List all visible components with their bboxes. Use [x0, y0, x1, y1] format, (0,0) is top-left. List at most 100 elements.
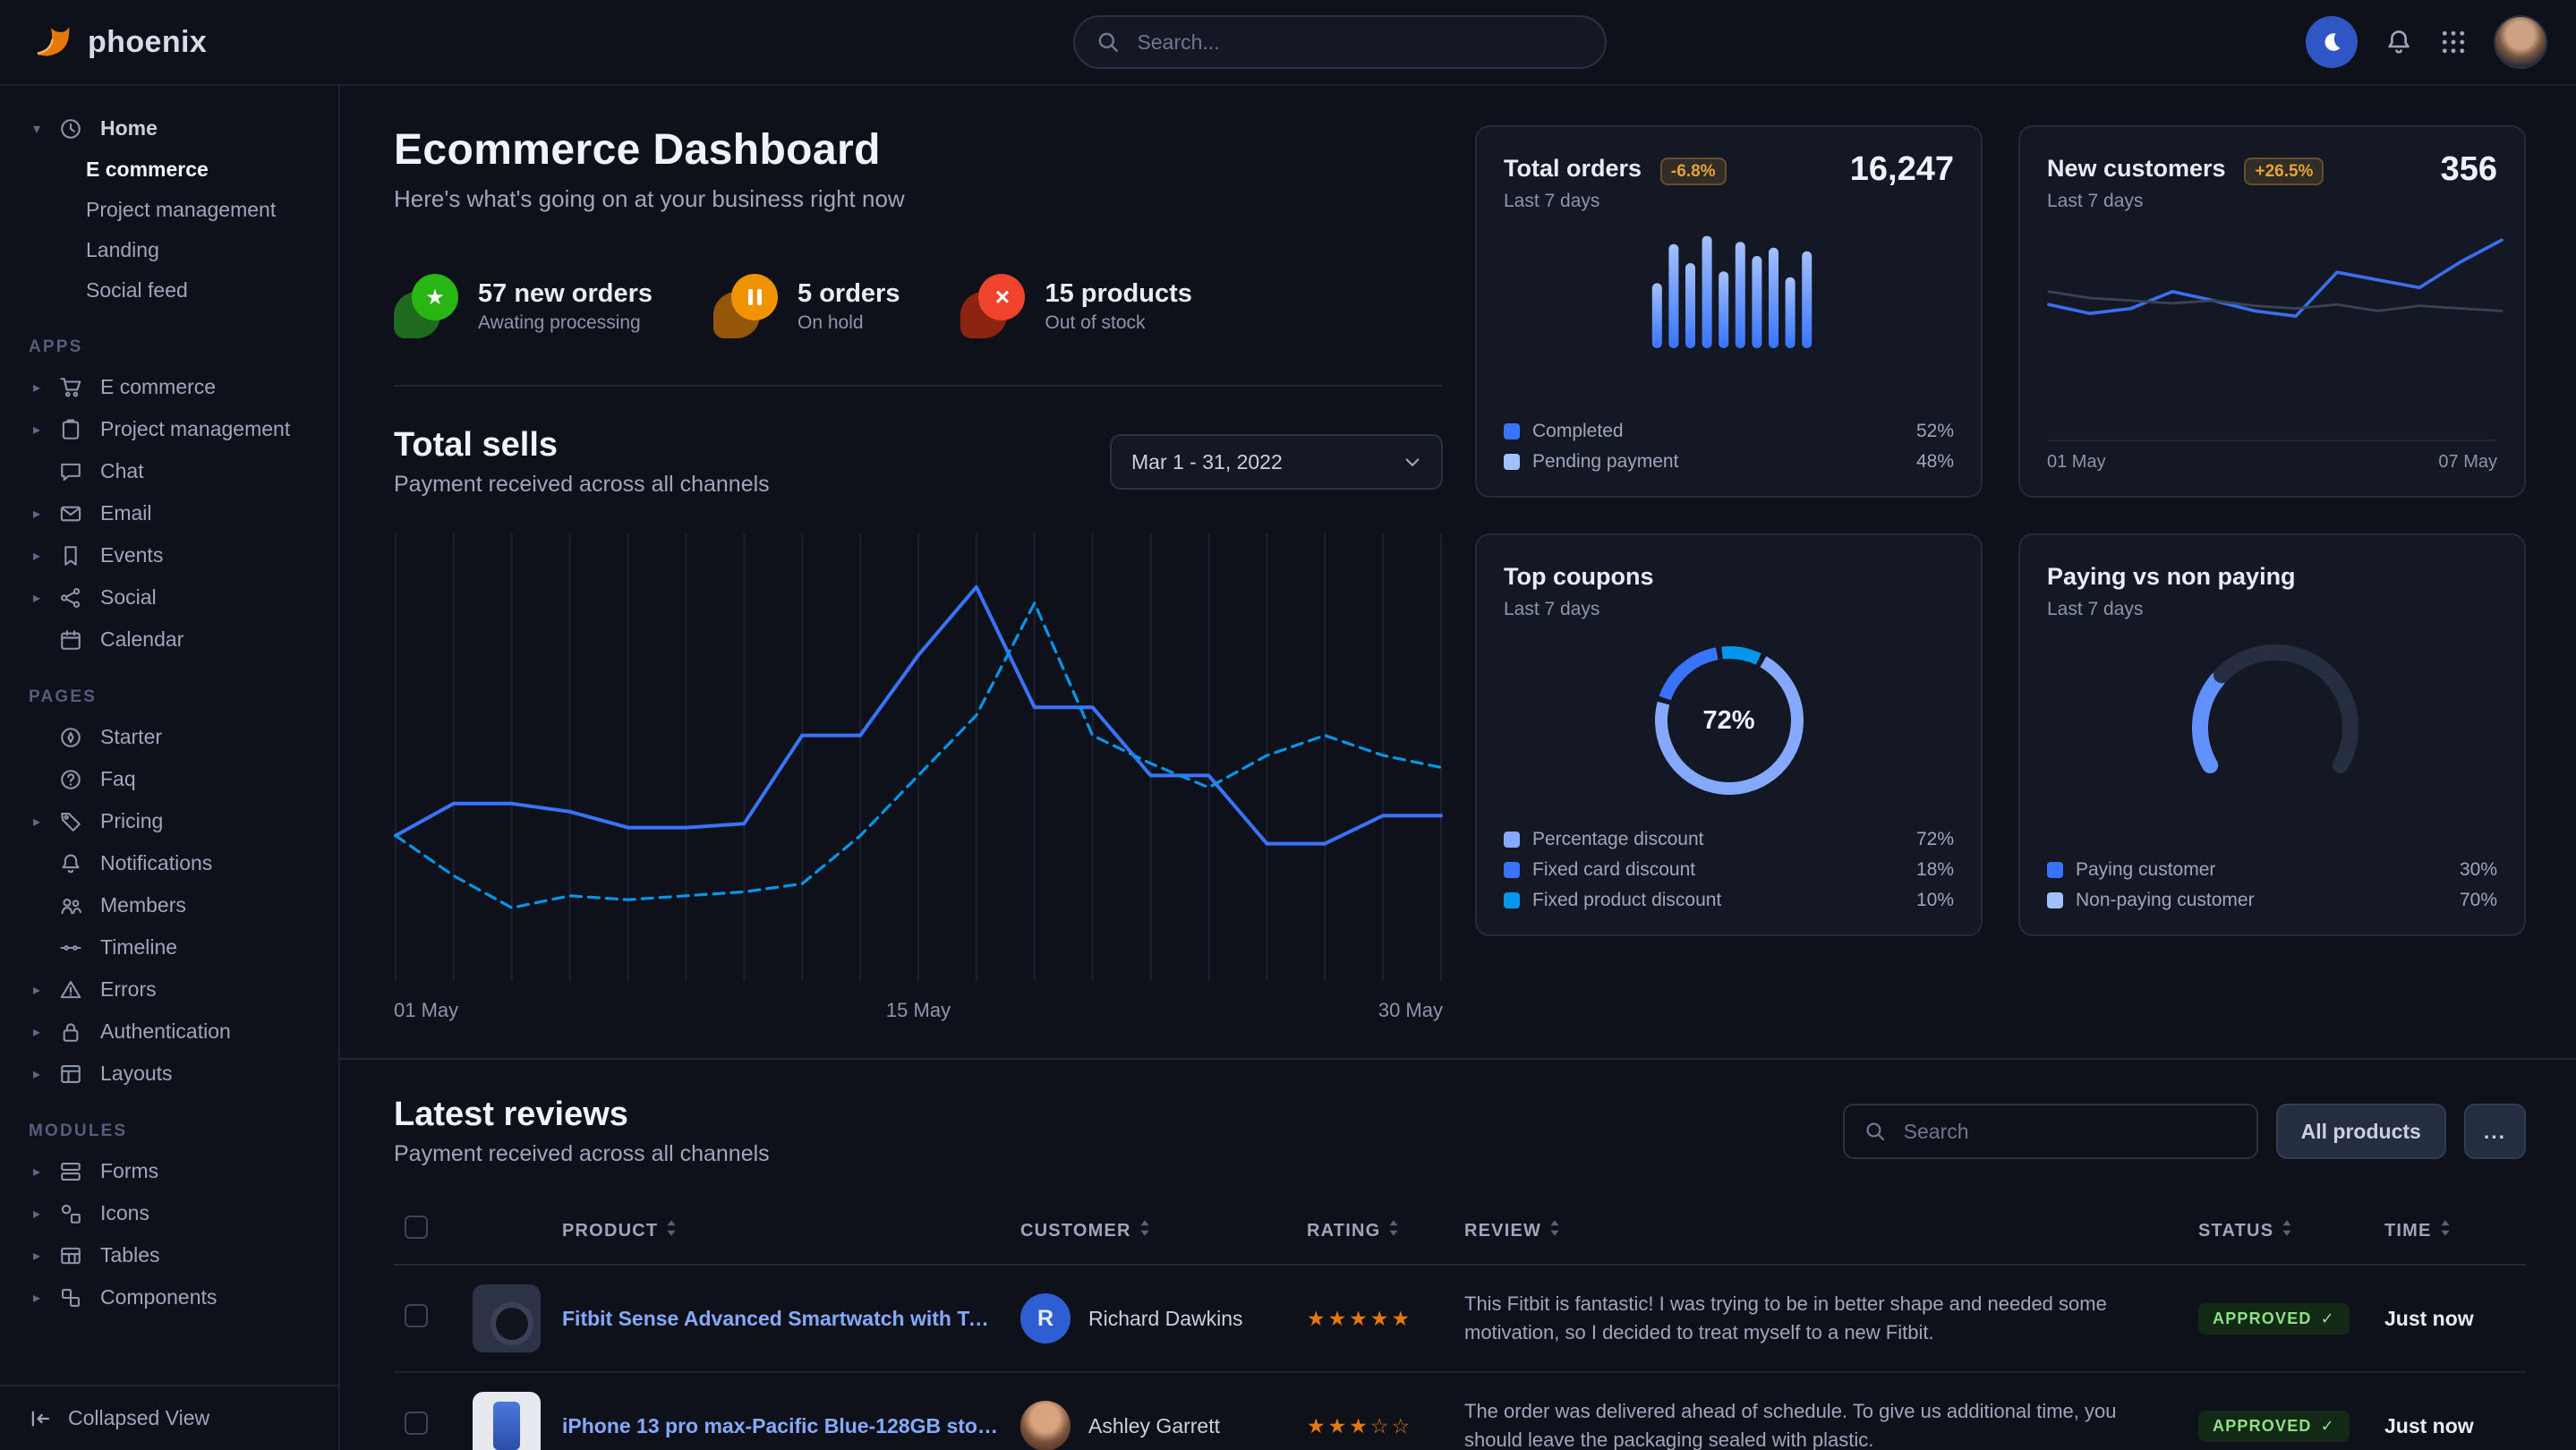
sidebar-item-label: E commerce: [100, 375, 216, 399]
sidebar-subitem-landing[interactable]: Landing: [0, 230, 338, 270]
theme-toggle-button[interactable]: [2306, 16, 2358, 68]
sidebar-item-social[interactable]: ▸Social: [0, 576, 338, 618]
legend-value: 70%: [2460, 890, 2497, 911]
out-of-stock-x-icon: ×: [960, 274, 1025, 338]
new-customers-card: New customers +26.5% Last 7 days 356 01 …: [2018, 125, 2526, 498]
more-options-button[interactable]: ...: [2464, 1104, 2526, 1159]
all-products-button[interactable]: All products: [2276, 1104, 2446, 1159]
column-header-review[interactable]: REVIEW: [1454, 1196, 2188, 1265]
page-subtitle: Here's what's going on at your business …: [394, 185, 1443, 213]
sidebar-item-icons[interactable]: ▸Icons: [0, 1192, 338, 1234]
puzzle-icon: [59, 1286, 86, 1309]
sidebar-item-forms[interactable]: ▸Forms: [0, 1150, 338, 1192]
sidebar-item-chat[interactable]: Chat: [0, 450, 338, 492]
sidebar-item-home[interactable]: ▾ Home: [0, 107, 338, 149]
notifications-button[interactable]: [2384, 28, 2413, 56]
legend-item: Percentage discount72%: [1504, 829, 1954, 850]
sidebar-item-e-commerce[interactable]: ▸E commerce: [0, 366, 338, 408]
column-header-time[interactable]: TIME: [2374, 1196, 2526, 1265]
check-icon: ✓: [2321, 1309, 2335, 1328]
sidebar-item-notifications[interactable]: Notifications: [0, 842, 338, 884]
chevron-right-icon: ▸: [29, 547, 45, 565]
review-text: The order was delivered ahead of schedul…: [1454, 1372, 2188, 1450]
clipboard-icon: [59, 418, 86, 441]
navbar-search[interactable]: [1073, 15, 1607, 69]
legend-label: Completed: [1532, 421, 1624, 442]
legend-value: 18%: [1916, 859, 1954, 881]
chevron-right-icon: ▸: [29, 813, 45, 831]
collapse-sidebar-button[interactable]: Collapsed View: [0, 1385, 338, 1450]
reviews-search[interactable]: [1843, 1104, 2258, 1159]
x-tick: 01 May: [394, 999, 458, 1022]
column-header-product[interactable]: PRODUCT: [462, 1196, 1010, 1265]
sidebar-item-label: Project management: [100, 417, 290, 441]
sidebar-item-label: Members: [100, 893, 186, 917]
tag-icon: [59, 810, 86, 833]
sidebar-item-components[interactable]: ▸Components: [0, 1276, 338, 1318]
sidebar-subitem-e-commerce[interactable]: E commerce: [0, 149, 338, 190]
date-range-select[interactable]: Mar 1 - 31, 2022: [1110, 434, 1443, 490]
reviews-title: Latest reviews: [394, 1096, 770, 1134]
product-link[interactable]: Fitbit Sense Advanced Smartwatch with To…: [562, 1307, 999, 1331]
navbar-search-input[interactable]: [1134, 29, 1583, 56]
sidebar-item-starter[interactable]: Starter: [0, 716, 338, 758]
legend-swatch: [1504, 423, 1520, 439]
product-link[interactable]: iPhone 13 pro max-Pacific Blue-128GB sto…: [562, 1414, 999, 1438]
new-customers-line-chart: [2047, 223, 2503, 373]
chevron-right-icon: ▸: [29, 1065, 45, 1083]
sidebar-item-timeline[interactable]: Timeline: [0, 926, 338, 968]
total-orders-card: Total orders -6.8% Last 7 days 16,247 Co…: [1475, 125, 1983, 498]
status-badge: APPROVED✓: [2198, 1411, 2350, 1442]
card-title: Top coupons: [1504, 563, 1653, 590]
legend-label: Paying customer: [2076, 859, 2215, 881]
sidebar-item-pricing[interactable]: ▸Pricing: [0, 800, 338, 842]
column-header-status[interactable]: STATUS: [2188, 1196, 2374, 1265]
table-header-row: PRODUCTCUSTOMERRATINGREVIEWSTATUSTIME: [394, 1196, 2526, 1265]
sidebar-item-errors[interactable]: ▸Errors: [0, 968, 338, 1011]
sidebar-item-email[interactable]: ▸Email: [0, 492, 338, 534]
sidebar-item-label: Layouts: [100, 1062, 173, 1086]
chevron-right-icon: ▸: [29, 589, 45, 607]
rating-cell: ★★★☆☆: [1296, 1372, 1454, 1450]
legend-value: 10%: [1916, 890, 1954, 911]
chevron-right-icon: ▸: [29, 505, 45, 523]
column-header-rating[interactable]: RATING: [1296, 1196, 1454, 1265]
table-icon: [59, 1244, 86, 1267]
cart-icon: [59, 376, 86, 399]
sidebar-item-layouts[interactable]: ▸ Layouts: [0, 1053, 338, 1095]
order-stats-row: ★ 57 new orders Awating processing 5 ord…: [394, 274, 1443, 387]
user-avatar[interactable]: [2494, 15, 2547, 69]
sidebar-nav-scroll: ▾ Home E commerceProject managementLandi…: [0, 86, 338, 1385]
sidebar-item-tables[interactable]: ▸Tables: [0, 1234, 338, 1276]
legend-label: Pending payment: [1532, 451, 1678, 473]
sidebar-subitem-project-management[interactable]: Project management: [0, 190, 338, 230]
status-cell: APPROVED✓: [2188, 1265, 2374, 1372]
legend-swatch: [2047, 862, 2063, 878]
new-customers-value: 356: [2441, 150, 2497, 189]
sidebar-section-label-apps: APPS: [0, 311, 338, 366]
brand[interactable]: phoenix: [29, 20, 207, 64]
legend-item: Non-paying customer70%: [2047, 890, 2497, 911]
legend-item: Fixed card discount18%: [1504, 859, 1954, 881]
sidebar-item-events[interactable]: ▸ Events: [0, 534, 338, 576]
change-badge: +26.5%: [2244, 158, 2324, 185]
stat-new-orders: ★ 57 new orders Awating processing: [394, 274, 653, 338]
column-header-customer[interactable]: CUSTOMER: [1010, 1196, 1296, 1265]
top-navbar: phoenix: [0, 0, 2576, 86]
sidebar-item-label: Events: [100, 543, 163, 567]
legend-item: Fixed product discount10%: [1504, 890, 1954, 911]
select-all-checkbox[interactable]: [405, 1215, 428, 1239]
row-checkbox[interactable]: [405, 1304, 428, 1327]
sidebar-item-members[interactable]: Members: [0, 884, 338, 926]
row-checkbox[interactable]: [405, 1412, 428, 1435]
moon-icon: [2320, 30, 2343, 54]
sidebar-item-project-management[interactable]: ▸Project management: [0, 408, 338, 450]
sidebar-item-calendar[interactable]: Calendar: [0, 618, 338, 661]
sidebar-item-label: Errors: [100, 977, 157, 1002]
stat-sub: On hold: [798, 312, 900, 334]
sidebar-subitem-social-feed[interactable]: Social feed: [0, 270, 338, 311]
reviews-search-input[interactable]: [1900, 1118, 2237, 1146]
sidebar-item-authentication[interactable]: ▸Authentication: [0, 1011, 338, 1053]
sidebar-item-faq[interactable]: Faq: [0, 758, 338, 800]
apps-grid-button[interactable]: [2440, 29, 2467, 55]
